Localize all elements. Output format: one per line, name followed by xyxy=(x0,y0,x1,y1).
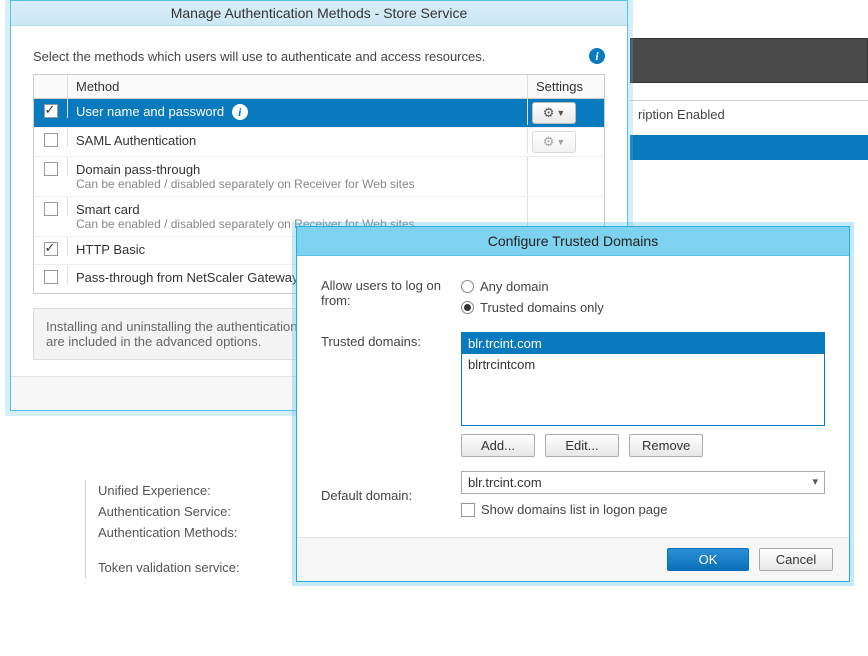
trusted-domains-list[interactable]: blr.trcint.com blrtrcintcom xyxy=(461,332,825,426)
auth-row-sub: Can be enabled / disabled separately on … xyxy=(76,177,519,191)
list-item[interactable]: blr.trcint.com xyxy=(462,333,824,354)
list-item[interactable]: blrtrcintcom xyxy=(462,354,824,375)
remove-button[interactable]: Remove xyxy=(629,434,703,457)
gear-icon: ⚙ xyxy=(543,134,555,150)
radio-label: Trusted domains only xyxy=(480,300,604,315)
grid-header-checkbox xyxy=(34,75,68,98)
checkbox[interactable] xyxy=(44,202,58,216)
radio-icon xyxy=(461,301,474,314)
checkbox[interactable] xyxy=(44,104,58,118)
grid-header: Method Settings xyxy=(34,75,604,99)
add-button[interactable]: Add... xyxy=(461,434,535,457)
auth-row-label: SAML Authentication xyxy=(76,133,196,148)
ok-button[interactable]: OK xyxy=(667,548,749,571)
auth-row-label: HTTP Basic xyxy=(76,242,145,257)
default-domain-select[interactable]: blr.trcint.com xyxy=(461,471,825,494)
cancel-button[interactable]: Cancel xyxy=(759,548,833,571)
settings-dropdown[interactable]: ⚙ ▼ xyxy=(532,102,576,124)
dialog-title: Manage Authentication Methods - Store Se… xyxy=(11,1,627,26)
chevron-down-icon: ▼ xyxy=(556,137,565,147)
checkbox[interactable] xyxy=(44,270,58,284)
checkbox[interactable] xyxy=(44,162,58,176)
auth-row-saml[interactable]: SAML Authentication ⚙ ▼ xyxy=(34,128,604,157)
radio-trusted-only[interactable]: Trusted domains only xyxy=(461,297,825,318)
gear-icon: ⚙ xyxy=(543,105,555,121)
info-icon[interactable]: i xyxy=(589,48,605,64)
checkbox-label: Show domains list in logon page xyxy=(481,502,667,517)
grid-header-method: Method xyxy=(68,75,528,98)
auth-row-label: Domain pass-through xyxy=(76,162,519,177)
dialog-title: Configure Trusted Domains xyxy=(297,227,849,256)
radio-any-domain[interactable]: Any domain xyxy=(461,276,825,297)
checkbox[interactable] xyxy=(44,133,58,147)
trusted-domains-dialog: Configure Trusted Domains Allow users to… xyxy=(296,226,850,582)
default-domain-label: Default domain: xyxy=(321,486,461,503)
background-selected-row xyxy=(630,135,868,160)
settings-dropdown[interactable]: ⚙ ▼ xyxy=(532,131,576,153)
auth-row-domain-passthrough[interactable]: Domain pass-through Can be enabled / dis… xyxy=(34,157,604,197)
auth-row-label: Smart card xyxy=(76,202,519,217)
background-toolbar-dark xyxy=(630,38,868,83)
info-icon[interactable]: i xyxy=(232,104,248,120)
radio-icon xyxy=(461,280,474,293)
dialog-description: Select the methods which users will use … xyxy=(33,49,485,64)
show-domains-checkbox[interactable]: Show domains list in logon page xyxy=(461,502,825,517)
auth-row-label: User name and password xyxy=(76,104,224,119)
auth-row-label: Pass-through from NetScaler Gateway xyxy=(76,270,299,285)
allow-label: Allow users to log on from: xyxy=(321,276,461,308)
auth-row-username-password[interactable]: User name and password i ⚙ ▼ xyxy=(34,99,604,128)
edit-button[interactable]: Edit... xyxy=(545,434,619,457)
grid-header-settings: Settings xyxy=(528,75,604,98)
checkbox[interactable] xyxy=(461,503,475,517)
trusted-domains-label: Trusted domains: xyxy=(321,332,461,349)
chevron-down-icon: ▼ xyxy=(556,108,565,118)
checkbox[interactable] xyxy=(44,242,58,256)
radio-label: Any domain xyxy=(480,279,549,294)
